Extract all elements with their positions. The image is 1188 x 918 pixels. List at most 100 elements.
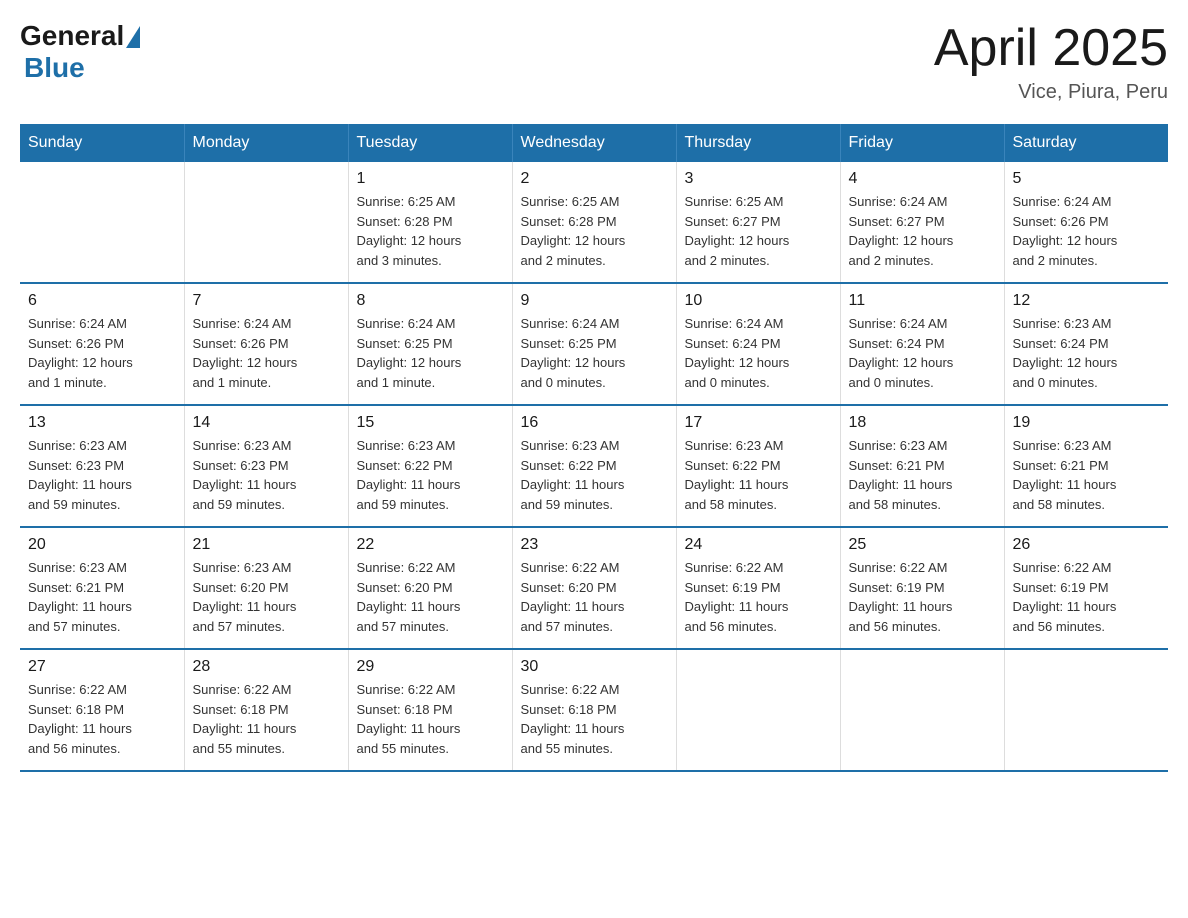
day-info: Sunrise: 6:22 AM Sunset: 6:19 PM Dayligh… [1013, 558, 1161, 636]
page-header: General Blue April 2025 Vice, Piura, Per… [20, 20, 1168, 104]
day-info: Sunrise: 6:24 AM Sunset: 6:26 PM Dayligh… [193, 314, 340, 392]
day-number: 6 [28, 292, 176, 310]
day-info: Sunrise: 6:23 AM Sunset: 6:20 PM Dayligh… [193, 558, 340, 636]
calendar-cell: 27 Sunrise: 6:22 AM Sunset: 6:18 PM Dayli… [20, 649, 184, 771]
day-number: 10 [685, 292, 832, 310]
calendar-cell: 11 Sunrise: 6:24 AM Sunset: 6:24 PM Dayli… [840, 283, 1004, 405]
day-info: Sunrise: 6:24 AM Sunset: 6:24 PM Dayligh… [685, 314, 832, 392]
day-info: Sunrise: 6:24 AM Sunset: 6:26 PM Dayligh… [28, 314, 176, 392]
day-info: Sunrise: 6:22 AM Sunset: 6:20 PM Dayligh… [357, 558, 504, 636]
day-info: Sunrise: 6:22 AM Sunset: 6:18 PM Dayligh… [521, 680, 668, 758]
day-info: Sunrise: 6:23 AM Sunset: 6:23 PM Dayligh… [193, 436, 340, 514]
day-number: 8 [357, 292, 504, 310]
day-number: 16 [521, 414, 668, 432]
calendar-cell: 10 Sunrise: 6:24 AM Sunset: 6:24 PM Dayli… [676, 283, 840, 405]
day-number: 1 [357, 170, 504, 188]
day-info: Sunrise: 6:23 AM Sunset: 6:21 PM Dayligh… [849, 436, 996, 514]
logo-triangle-icon [126, 26, 140, 48]
day-info: Sunrise: 6:23 AM Sunset: 6:22 PM Dayligh… [685, 436, 832, 514]
day-number: 9 [521, 292, 668, 310]
day-number: 17 [685, 414, 832, 432]
location-subtitle: Vice, Piura, Peru [934, 81, 1168, 104]
week-row-5: 27 Sunrise: 6:22 AM Sunset: 6:18 PM Dayli… [20, 649, 1168, 771]
header-saturday: Saturday [1004, 124, 1168, 162]
calendar-cell: 1 Sunrise: 6:25 AM Sunset: 6:28 PM Daylig… [348, 162, 512, 283]
day-info: Sunrise: 6:25 AM Sunset: 6:27 PM Dayligh… [685, 192, 832, 270]
calendar-header-row: SundayMondayTuesdayWednesdayThursdayFrid… [20, 124, 1168, 162]
calendar-cell [676, 649, 840, 771]
calendar-cell [184, 162, 348, 283]
title-section: April 2025 Vice, Piura, Peru [934, 20, 1168, 104]
calendar-cell: 30 Sunrise: 6:22 AM Sunset: 6:18 PM Dayli… [512, 649, 676, 771]
day-number: 13 [28, 414, 176, 432]
day-info: Sunrise: 6:22 AM Sunset: 6:20 PM Dayligh… [521, 558, 668, 636]
week-row-3: 13 Sunrise: 6:23 AM Sunset: 6:23 PM Dayli… [20, 405, 1168, 527]
calendar-cell: 2Sunrise: 6:25 AM Sunset: 6:28 PM Daylig… [512, 162, 676, 283]
day-number: 3 [685, 170, 832, 188]
day-number: 27 [28, 658, 176, 676]
calendar-cell [840, 649, 1004, 771]
calendar-cell: 17 Sunrise: 6:23 AM Sunset: 6:22 PM Dayli… [676, 405, 840, 527]
day-info: Sunrise: 6:24 AM Sunset: 6:25 PM Dayligh… [521, 314, 668, 392]
calendar-cell [20, 162, 184, 283]
day-number: 20 [28, 536, 176, 554]
calendar-cell: 21Sunrise: 6:23 AM Sunset: 6:20 PM Dayli… [184, 527, 348, 649]
week-row-2: 6 Sunrise: 6:24 AM Sunset: 6:26 PM Daylig… [20, 283, 1168, 405]
day-number: 5 [1013, 170, 1161, 188]
calendar-cell: 15Sunrise: 6:23 AM Sunset: 6:22 PM Dayli… [348, 405, 512, 527]
day-number: 7 [193, 292, 340, 310]
calendar-cell: 28Sunrise: 6:22 AM Sunset: 6:18 PM Dayli… [184, 649, 348, 771]
header-thursday: Thursday [676, 124, 840, 162]
calendar-cell: 25Sunrise: 6:22 AM Sunset: 6:19 PM Dayli… [840, 527, 1004, 649]
day-number: 12 [1013, 292, 1161, 310]
day-info: Sunrise: 6:22 AM Sunset: 6:18 PM Dayligh… [357, 680, 504, 758]
day-number: 29 [357, 658, 504, 676]
logo: General Blue [20, 20, 140, 84]
header-monday: Monday [184, 124, 348, 162]
day-info: Sunrise: 6:22 AM Sunset: 6:18 PM Dayligh… [193, 680, 340, 758]
day-info: Sunrise: 6:24 AM Sunset: 6:26 PM Dayligh… [1013, 192, 1161, 270]
calendar-cell: 29 Sunrise: 6:22 AM Sunset: 6:18 PM Dayli… [348, 649, 512, 771]
day-number: 11 [849, 292, 996, 310]
day-info: Sunrise: 6:23 AM Sunset: 6:21 PM Dayligh… [28, 558, 176, 636]
calendar-cell: 12 Sunrise: 6:23 AM Sunset: 6:24 PM Dayli… [1004, 283, 1168, 405]
day-number: 19 [1013, 414, 1161, 432]
calendar-cell: 16Sunrise: 6:23 AM Sunset: 6:22 PM Dayli… [512, 405, 676, 527]
header-wednesday: Wednesday [512, 124, 676, 162]
calendar-cell: 13Sunrise: 6:23 AM Sunset: 6:23 PM Dayli… [20, 405, 184, 527]
calendar-cell: 4 Sunrise: 6:24 AM Sunset: 6:27 PM Daylig… [840, 162, 1004, 283]
day-number: 4 [849, 170, 996, 188]
calendar-cell: 20 Sunrise: 6:23 AM Sunset: 6:21 PM Dayli… [20, 527, 184, 649]
day-info: Sunrise: 6:23 AM Sunset: 6:22 PM Dayligh… [357, 436, 504, 514]
week-row-4: 20 Sunrise: 6:23 AM Sunset: 6:21 PM Dayli… [20, 527, 1168, 649]
day-info: Sunrise: 6:22 AM Sunset: 6:18 PM Dayligh… [28, 680, 176, 758]
day-info: Sunrise: 6:24 AM Sunset: 6:25 PM Dayligh… [357, 314, 504, 392]
day-info: Sunrise: 6:24 AM Sunset: 6:24 PM Dayligh… [849, 314, 996, 392]
day-number: 24 [685, 536, 832, 554]
main-title: April 2025 [934, 20, 1168, 77]
header-sunday: Sunday [20, 124, 184, 162]
header-tuesday: Tuesday [348, 124, 512, 162]
calendar-cell: 18Sunrise: 6:23 AM Sunset: 6:21 PM Dayli… [840, 405, 1004, 527]
day-number: 30 [521, 658, 668, 676]
calendar-cell: 5 Sunrise: 6:24 AM Sunset: 6:26 PM Daylig… [1004, 162, 1168, 283]
day-info: Sunrise: 6:23 AM Sunset: 6:21 PM Dayligh… [1013, 436, 1161, 514]
day-number: 26 [1013, 536, 1161, 554]
day-info: Sunrise: 6:24 AM Sunset: 6:27 PM Dayligh… [849, 192, 996, 270]
calendar-cell: 7 Sunrise: 6:24 AM Sunset: 6:26 PM Daylig… [184, 283, 348, 405]
day-info: Sunrise: 6:23 AM Sunset: 6:24 PM Dayligh… [1013, 314, 1161, 392]
day-number: 25 [849, 536, 996, 554]
calendar-cell: 14 Sunrise: 6:23 AM Sunset: 6:23 PM Dayli… [184, 405, 348, 527]
calendar-cell: 8 Sunrise: 6:24 AM Sunset: 6:25 PM Daylig… [348, 283, 512, 405]
day-number: 14 [193, 414, 340, 432]
calendar-cell: 19 Sunrise: 6:23 AM Sunset: 6:21 PM Dayli… [1004, 405, 1168, 527]
calendar-cell: 9 Sunrise: 6:24 AM Sunset: 6:25 PM Daylig… [512, 283, 676, 405]
day-info: Sunrise: 6:25 AM Sunset: 6:28 PM Dayligh… [357, 192, 504, 270]
calendar-cell [1004, 649, 1168, 771]
calendar-cell: 26 Sunrise: 6:22 AM Sunset: 6:19 PM Dayli… [1004, 527, 1168, 649]
day-info: Sunrise: 6:22 AM Sunset: 6:19 PM Dayligh… [685, 558, 832, 636]
day-number: 22 [357, 536, 504, 554]
day-number: 2 [521, 170, 668, 188]
logo-blue-text: Blue [24, 52, 85, 84]
calendar-cell: 23Sunrise: 6:22 AM Sunset: 6:20 PM Dayli… [512, 527, 676, 649]
